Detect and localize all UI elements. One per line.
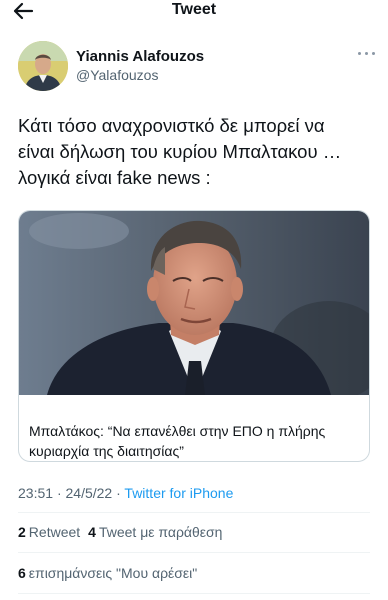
quotes-count: 4 <box>88 524 96 540</box>
tweet-line: λογικά είναι fake news : <box>18 167 211 188</box>
tweet-stats: 2 Retweet 4 Tweet με παράθεση <box>18 524 222 540</box>
divider <box>18 512 370 513</box>
page-title: Tweet <box>171 1 217 18</box>
tweet-line: είναι δήλωση του κυρίου Μπαλτακου … <box>18 141 342 162</box>
retweets-label: Retweet <box>28 524 81 540</box>
retweets-count: 2 <box>18 524 26 540</box>
author-handle[interactable]: @Yalafouzos <box>76 67 158 83</box>
meta-separator: · <box>56 485 62 501</box>
author-name[interactable]: Yiannis Alafouzos <box>76 48 204 65</box>
author-block: Yiannis Alafouzos @Yalafouzos <box>18 41 378 91</box>
link-card[interactable]: Μπαλτάκος: “Να επανέλθει στην ΕΠΟ η πλήρ… <box>18 210 370 462</box>
retweets-stat[interactable]: 2 Retweet <box>18 524 80 540</box>
tweet-date: 24/5/22 <box>65 485 113 501</box>
tweet-text: Κάτι τόσο αναχρονιστκό δε μπορεί να είνα… <box>18 113 378 191</box>
divider <box>18 552 370 553</box>
tweet-line: Κάτι τόσο αναχρονιστκό δε μπορεί να <box>18 115 325 136</box>
likes-label: επισημάνσεις "Μου αρέσει" <box>28 565 198 581</box>
card-caption: Μπαλτάκος: “Να επανέλθει στην ΕΠΟ η πλήρ… <box>29 423 326 459</box>
avatar[interactable] <box>18 41 68 91</box>
divider <box>18 593 370 594</box>
tweet-source-link[interactable]: Twitter for iPhone <box>124 485 233 501</box>
meta-separator: · <box>116 485 121 501</box>
tweet-meta: 23:51 · 24/5/22 · Twitter for iPhone <box>18 485 233 501</box>
tweet-time: 23:51 <box>18 485 54 501</box>
more-horizontal-icon[interactable] <box>355 46 379 60</box>
likes-stat[interactable]: 6 επισημάνσεις "Μου αρέσει" <box>18 565 197 581</box>
quotes-stat[interactable]: 4 Tweet με παράθεση <box>88 524 222 540</box>
top-bar: Tweet <box>0 0 388 24</box>
card-image <box>19 211 369 395</box>
quotes-label: Tweet με παράθεση <box>98 524 223 540</box>
likes-count: 6 <box>18 565 26 581</box>
